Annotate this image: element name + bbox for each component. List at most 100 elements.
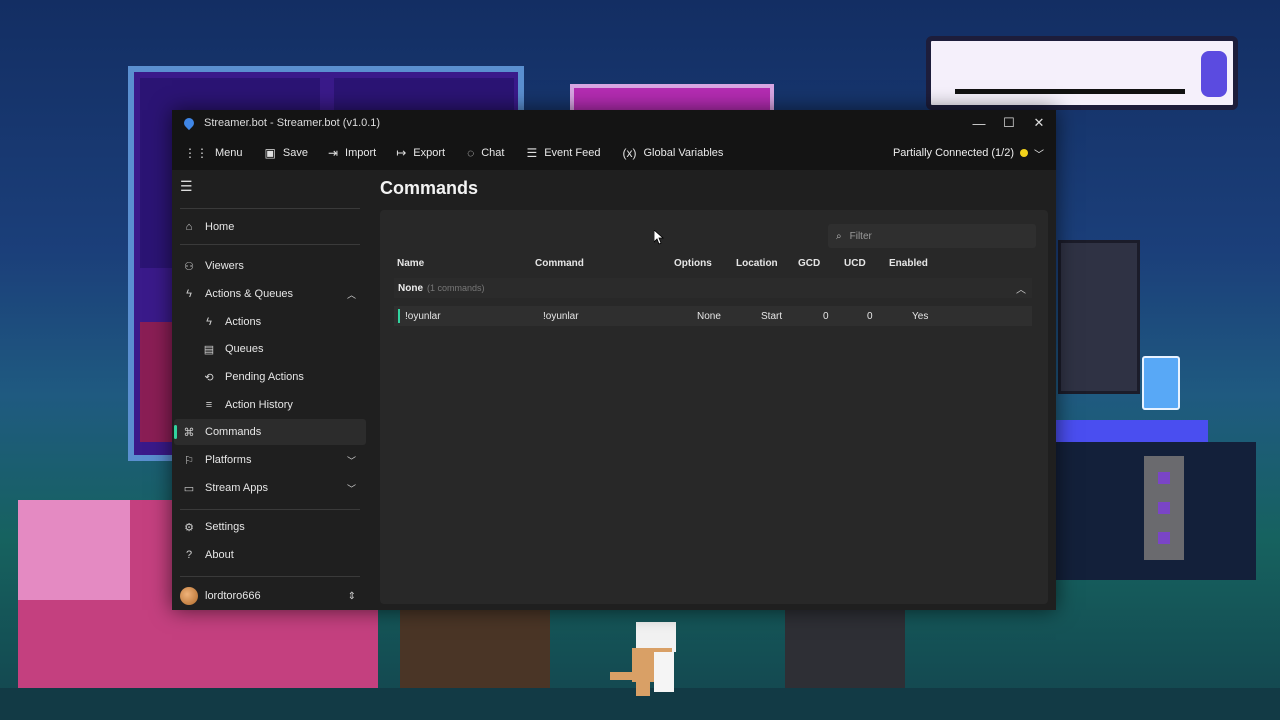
expand-collapse-icon: ⇕ [347,590,356,602]
filter-input[interactable] [849,230,1020,242]
column-header-name[interactable]: Name [397,258,424,269]
enabled-indicator [398,309,400,323]
maximize-button[interactable]: ☐ [994,110,1024,136]
command-icon: ⌘ [183,426,195,439]
sidebar-item-commands[interactable]: ⌘ Commands [174,419,366,445]
menu-grid-icon: ⋮⋮ [184,146,208,160]
event-feed-button[interactable]: ☰ Event Feed [524,136,602,170]
sidebar-item-label: Viewers [205,260,244,272]
user-account-selector[interactable]: lordtoro666 ⇕ [174,584,366,608]
sidebar-divider [180,208,360,209]
export-button[interactable]: ↦ Export [394,136,447,170]
queue-icon: ▤ [203,343,215,356]
background-cat [610,622,676,696]
cell-location: Start [761,311,783,322]
avatar [180,587,198,605]
sidebar-item-settings[interactable]: ⚙ Settings [174,514,366,540]
sidebar-item-about[interactable]: ? About [174,542,366,568]
column-header-command[interactable]: Command [535,258,584,269]
sidebar-item-label: Settings [205,521,245,533]
sidebar-item-label: About [205,549,234,561]
search-icon: ⌕ [836,230,842,242]
sidebar-item-actions[interactable]: ϟ Actions [174,309,366,335]
export-icon: ↦ [396,146,407,160]
home-icon: ⌂ [185,221,193,233]
sidebar-item-viewers[interactable]: ⚇ Viewers [174,253,366,279]
table-row[interactable]: !oyunlar !oyunlar None Start 0 0 Yes [394,306,1032,326]
sidebar-item-label: Actions [225,316,262,328]
sidebar-item-label: Commands [205,426,262,438]
connection-status-label: Partially Connected (1/2) [892,147,1014,159]
bolt-icon: ϟ [186,288,192,300]
background-chair [785,606,905,696]
import-button-label: Import [345,147,377,159]
sidebar-item-label: Actions & Queues [205,288,294,300]
chat-button-label: Chat [481,147,505,159]
column-header-enabled[interactable]: Enabled [889,258,928,269]
window-title: Streamer.bot - Streamer.bot (v1.0.1) [204,117,381,129]
sidebar-item-label: Action History [225,399,293,411]
chat-button[interactable]: ◌ Chat [465,136,506,170]
background-bed-headboard [18,500,130,600]
hamburger-menu-icon[interactable]: ☰ [180,178,193,195]
chevron-up-icon[interactable]: ︿ [1016,281,1026,296]
global-variables-button[interactable]: (x) Global Variables [620,136,725,170]
sidebar: ☰ ⌂ Home ⚇ Viewers ϟ Actions & Queues ︿ … [172,170,370,610]
filter-box[interactable]: ⌕ [828,224,1036,248]
column-header-options[interactable]: Options [674,258,712,269]
sidebar-item-label: Pending Actions [225,371,304,383]
gear-icon: ⚙ [184,521,194,534]
sidebar-divider [180,576,360,577]
sidebar-item-queues[interactable]: ▤ Queues [174,336,366,362]
column-header-gcd[interactable]: GCD [798,258,820,269]
history-icon: ≡ [205,399,213,411]
global-variables-icon: (x) [622,146,637,160]
background-air-conditioner [926,36,1238,110]
sidebar-divider [180,244,360,245]
title-bar: Streamer.bot - Streamer.bot (v1.0.1) [172,110,1056,136]
sidebar-item-actions-queues[interactable]: ϟ Actions & Queues ︿ [174,281,366,307]
event-feed-button-label: Event Feed [544,147,601,159]
cell-command: !oyunlar [543,311,579,322]
import-button[interactable]: ⇥ Import [326,136,378,170]
global-variables-button-label: Global Variables [643,147,724,159]
background-water-glass [1142,356,1180,410]
sidebar-item-pending-actions[interactable]: ⟲ Pending Actions [174,364,366,390]
close-button[interactable]: ✕ [1024,110,1054,136]
person-icon: ⚇ [184,260,194,273]
save-button-label: Save [282,147,308,159]
save-button[interactable]: ▣ Save [263,136,310,170]
sidebar-item-label: Stream Apps [205,482,268,494]
question-icon: ? [185,549,193,561]
app-window: Streamer.bot - Streamer.bot (v1.0.1) — ☐… [172,110,1056,610]
sidebar-item-stream-apps[interactable]: ▭ Stream Apps ﹀ [174,475,366,501]
chevron-down-icon: ﹀ [1034,149,1044,161]
chat-icon: ◌ [467,146,475,160]
cell-name: !oyunlar [405,311,441,322]
export-button-label: Export [413,147,446,159]
bolt-icon: ϟ [206,316,212,328]
page-title: Commands [380,178,479,198]
chevron-up-icon: ︿ [346,289,356,300]
menu-button[interactable]: ⋮⋮ Menu [182,136,245,170]
command-group-header[interactable]: None (1 commands) ︿ [394,278,1032,298]
sidebar-item-home[interactable]: ⌂ Home [174,214,366,240]
background-door [400,610,550,690]
sidebar-item-label: Home [205,221,235,233]
sidebar-item-action-history[interactable]: ≡ Action History [174,392,366,418]
minimize-button[interactable]: — [964,110,994,136]
group-count: (1 commands) [427,283,485,293]
chevron-down-icon: ﹀ [346,483,356,494]
connection-status-dot-icon [1020,149,1028,157]
cell-ucd: 0 [867,311,873,322]
import-icon: ⇥ [327,146,339,160]
sidebar-item-platforms[interactable]: ⚐ Platforms ﹀ [174,447,366,473]
sidebar-item-label: Queues [225,343,264,355]
column-header-location[interactable]: Location [736,258,778,269]
background-pc-tower [1144,456,1184,560]
app-logo-icon [181,115,197,131]
group-name: None [398,282,423,294]
connection-status-dropdown[interactable]: Partially Connected (1/2) ﹀ [893,136,1044,170]
column-header-ucd[interactable]: UCD [844,258,866,269]
chevron-down-icon: ﹀ [346,455,356,466]
